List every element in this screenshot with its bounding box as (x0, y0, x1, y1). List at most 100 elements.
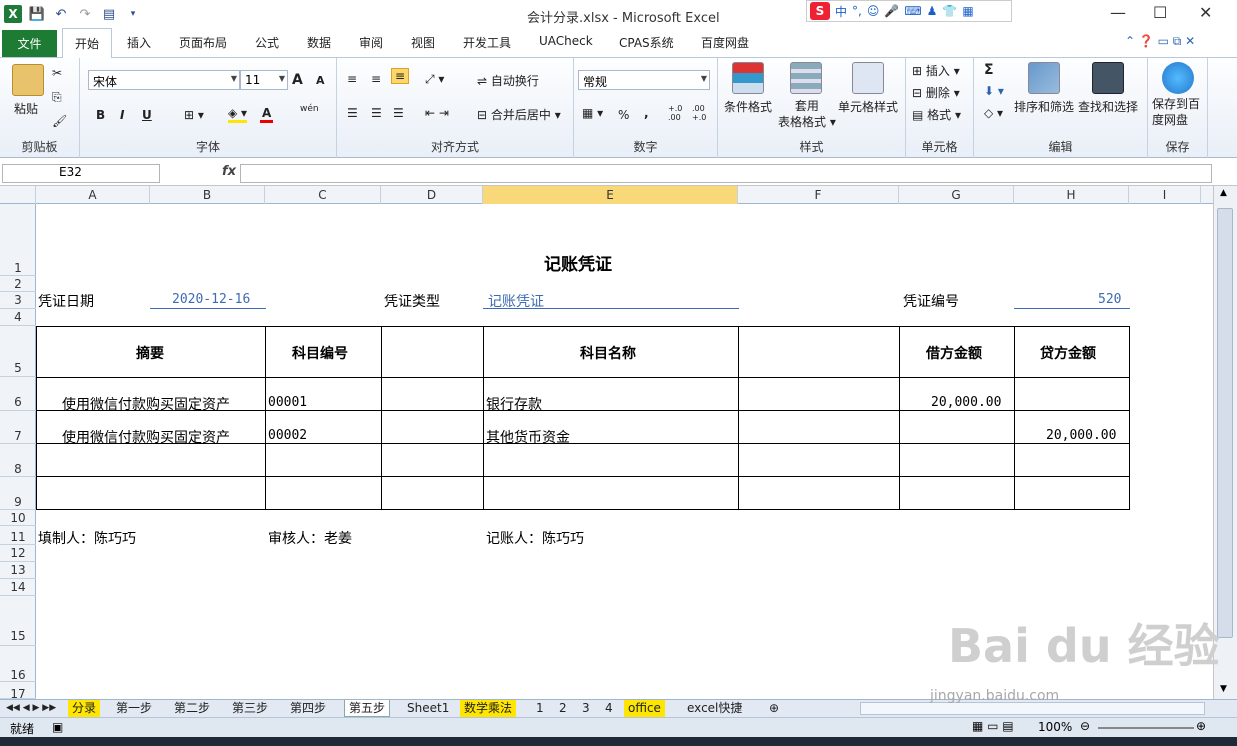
grow-font-icon[interactable]: A (292, 72, 303, 88)
percent-button[interactable]: % (618, 108, 629, 122)
column-header[interactable]: B (150, 186, 265, 204)
cell-styles-button[interactable]: 单元格样式 (838, 98, 898, 115)
emoji-icon[interactable]: ☺ (867, 4, 880, 18)
row-header[interactable]: 1 (0, 204, 36, 276)
row-header[interactable]: 3 (0, 292, 36, 309)
sheet-tab[interactable]: 3 (578, 700, 594, 717)
tab-data[interactable]: 数据 (307, 34, 331, 51)
fx-icon[interactable]: fx (222, 164, 236, 179)
row-header[interactable]: 16 (0, 646, 36, 682)
ime-lang[interactable]: 中 (835, 3, 847, 20)
sheet-tab[interactable]: excel快捷 (683, 700, 746, 717)
sort-filter-icon[interactable] (1028, 62, 1060, 94)
align-center-icon[interactable]: ☰ (371, 106, 382, 120)
sheet-tab[interactable]: Sheet1 (403, 700, 453, 717)
zoom-out-icon[interactable]: ⊖ (1080, 719, 1090, 733)
mic-icon[interactable]: 🎤 (884, 4, 899, 18)
fill-icon[interactable]: ⬇ ▾ (984, 84, 1004, 98)
align-right-icon[interactable]: ☰ (393, 106, 404, 120)
row-header[interactable]: 6 (0, 377, 36, 411)
orientation-icon[interactable]: ⤢ ▾ (425, 72, 444, 87)
wrap-text-button[interactable]: ⇌ 自动换行 (477, 72, 539, 89)
font-color-button[interactable]: A (260, 106, 274, 123)
insert-cells-button[interactable]: ⊞ 插入 ▾ (912, 62, 960, 79)
sheet-tab[interactable]: 分录 (68, 700, 101, 717)
align-middle-icon[interactable]: ≡ (371, 72, 381, 86)
grid-icon[interactable]: ▦ (962, 4, 973, 18)
row-header[interactable]: 10 (0, 510, 36, 526)
paste-button[interactable]: 粘贴 (14, 100, 38, 117)
font-name-select[interactable]: 宋体 ▼ (88, 70, 240, 90)
row-header[interactable]: 8 (0, 444, 36, 477)
row-header[interactable]: 7 (0, 411, 36, 444)
comma-button[interactable]: , (644, 106, 649, 120)
sheet-tab[interactable]: 2 (555, 700, 571, 717)
tab-view[interactable]: 视图 (411, 34, 435, 51)
align-top-icon[interactable]: ≡ (347, 72, 357, 86)
decrease-decimal-button[interactable]: .00 +.0 (692, 104, 714, 122)
column-header[interactable]: G (899, 186, 1014, 204)
scroll-up-icon[interactable]: ▲ (1220, 188, 1227, 198)
underline-button[interactable]: U (142, 108, 152, 122)
minimize-button[interactable]: — (1110, 3, 1126, 22)
number-format-select[interactable]: 常规 ▼ (578, 70, 710, 90)
autosum-button[interactable]: Σ (984, 62, 994, 78)
new-sheet-icon[interactable]: ⊕ (765, 700, 783, 717)
border-icon[interactable]: ⊞ ▾ (184, 108, 204, 122)
punct-icon[interactable]: °, (852, 4, 862, 18)
sheet-tab[interactable]: 第一步 (112, 700, 156, 717)
name-box[interactable]: E32 (2, 164, 160, 183)
sheet-tab[interactable]: 第三步 (228, 700, 272, 717)
column-header-selected[interactable]: E (483, 186, 738, 204)
column-header[interactable]: C (265, 186, 381, 204)
row-header[interactable]: 2 (0, 276, 36, 292)
font-size-select[interactable]: 11 ▼ (240, 70, 288, 90)
sogou-icon[interactable]: S (810, 2, 830, 20)
shrink-font-icon[interactable]: A (316, 74, 325, 87)
bold-button[interactable]: B (96, 108, 105, 122)
tab-review[interactable]: 审阅 (359, 34, 383, 51)
column-header[interactable]: I (1129, 186, 1201, 204)
merge-center-button[interactable]: ⊟ 合并后居中 ▾ (477, 106, 561, 123)
row-header[interactable]: 15 (0, 596, 36, 646)
tab-developer[interactable]: 开发工具 (463, 34, 511, 51)
row-header[interactable]: 5 (0, 326, 36, 377)
align-bottom-icon[interactable]: ≡ (391, 68, 410, 84)
row-header[interactable]: 12 (0, 545, 36, 562)
row-header[interactable]: 17 (0, 682, 36, 701)
tab-cpas[interactable]: CPAS系统 (619, 34, 674, 51)
scroll-thumb[interactable] (1217, 208, 1233, 638)
redo-icon[interactable]: ↷ (76, 5, 94, 23)
cut-icon[interactable]: ✂ (52, 66, 62, 80)
row-header[interactable]: 9 (0, 477, 36, 510)
user-icon[interactable]: ♟ (927, 4, 938, 18)
row-header[interactable]: 11 (0, 526, 36, 545)
find-select-button[interactable]: 查找和选择 (1078, 98, 1138, 115)
accounting-icon[interactable]: ▦ ▾ (582, 106, 603, 120)
sheet-nav-icons[interactable]: ◀◀ ◀ ▶ ▶▶ (2, 700, 60, 717)
format-painter-icon[interactable]: 🖌 (52, 114, 67, 128)
zoom-slider[interactable] (1098, 727, 1194, 729)
maximize-button[interactable]: ☐ (1153, 3, 1167, 22)
print-preview-icon[interactable]: ▤ (100, 5, 118, 23)
keyboard-icon[interactable]: ⌨ (904, 4, 921, 18)
tab-page-layout[interactable]: 页面布局 (179, 34, 227, 51)
tab-uacheck[interactable]: UACheck (539, 34, 593, 48)
conditional-format-icon[interactable] (732, 62, 764, 94)
ribbon-help-icons[interactable]: ⌃ ❓ ▭ ⧉ ✕ (1125, 34, 1195, 49)
column-header[interactable]: D (381, 186, 483, 204)
formula-input[interactable] (240, 164, 1212, 183)
sheet-tab[interactable]: 数学乘法 (460, 700, 517, 717)
increase-decimal-button[interactable]: +.0 .00 (668, 104, 690, 122)
macro-record-icon[interactable]: ▣ (52, 720, 63, 734)
delete-cells-button[interactable]: ⊟ 删除 ▾ (912, 84, 960, 101)
save-baidu-button[interactable]: 保存到百 度网盘 (1152, 96, 1200, 128)
close-button[interactable]: ✕ (1199, 3, 1212, 22)
view-normal-icon[interactable]: ▦ ▭ ▤ (972, 719, 1014, 733)
skin-icon[interactable]: 👕 (942, 4, 957, 18)
clear-icon[interactable]: ◇ ▾ (984, 106, 1003, 120)
column-header[interactable]: F (738, 186, 899, 204)
find-select-icon[interactable] (1092, 62, 1124, 94)
sheet-tab[interactable]: 1 (532, 700, 548, 717)
sheet-tab[interactable]: 4 (601, 700, 617, 717)
